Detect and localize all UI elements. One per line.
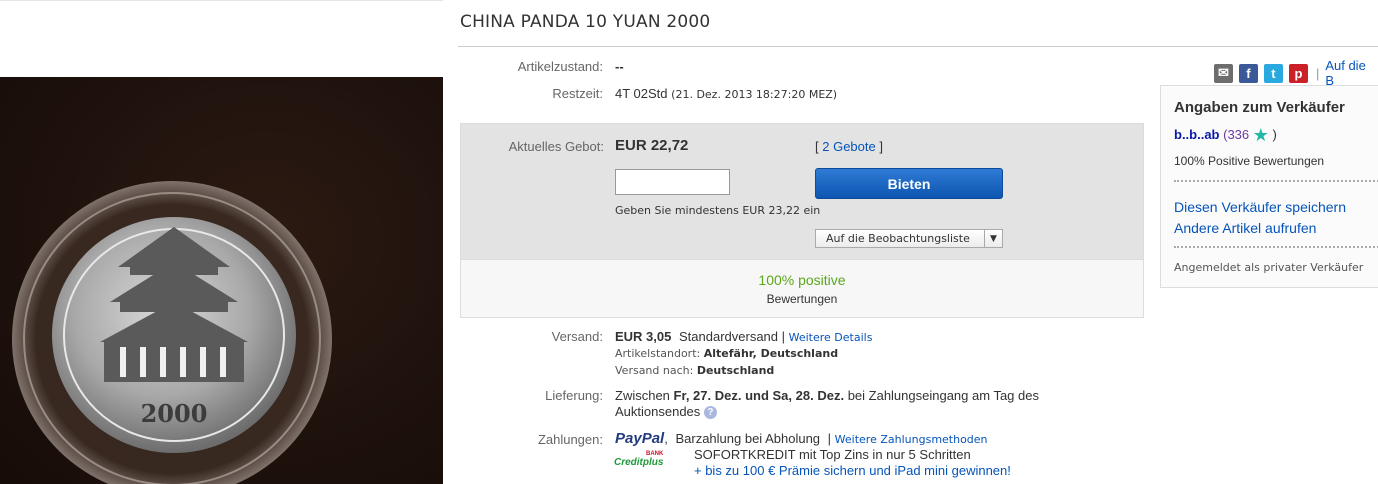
add-to-watchlist-button[interactable]: Auf die Beobachtungsliste ▼: [815, 229, 1003, 248]
more-payment-methods-link[interactable]: Weitere Zahlungsmethoden: [835, 433, 988, 446]
feedback-strip: 100% positive Bewertungen: [461, 259, 1143, 317]
seller-positive: 100% Positive Bewertungen: [1174, 154, 1325, 168]
facebook-icon[interactable]: f: [1238, 63, 1258, 83]
current-bid-label: Aktuelles Gebot:: [508, 139, 604, 154]
condition-label: Artikelzustand:: [517, 59, 603, 74]
credit-offer-text: SOFORTKREDIT mit Top Zins in nur 5 Schri…: [694, 447, 971, 462]
title-divider: [458, 46, 1378, 47]
delivery-line-2: Auktionsendes ?: [615, 404, 717, 420]
other-items-link[interactable]: Andere Artikel aufrufen: [1174, 220, 1316, 236]
place-bid-button[interactable]: Bieten: [815, 168, 1003, 199]
shipping-line: EUR 3,05 Standardversand | Weitere Detai…: [615, 329, 872, 344]
ships-to-label: Versand nach:: [615, 364, 694, 377]
item-location-label: Artikelstandort:: [615, 347, 701, 360]
cash-on-pickup: Barzahlung bei Abholung: [675, 431, 821, 446]
seller-panel: Angaben zum Verkäufer b..b..ab (336 ★ ) …: [1160, 85, 1378, 288]
item-title: CHINA PANDA 10 YUAN 2000: [460, 12, 711, 32]
feedback-label: Bewertungen: [766, 292, 838, 306]
shipping-label: Versand:: [551, 329, 603, 344]
ships-to: Versand nach: Deutschland: [615, 364, 774, 377]
creditplus-name: Creditplus: [614, 457, 664, 468]
paypal-comma: ,: [664, 431, 668, 446]
paypal-logo: PayPal: [615, 430, 665, 447]
private-seller-note: Angemeldet als privater Verkäufer: [1174, 261, 1364, 274]
save-seller-link[interactable]: Diesen Verkäufer speichern: [1174, 199, 1346, 215]
delivery-range: Fr, 27. Dez. und Sa, 28. Dez.: [673, 388, 845, 403]
add-to-list-link[interactable]: Auf die B: [1325, 58, 1378, 88]
shipping-method: Standardversand |: [679, 329, 785, 344]
item-location: Artikelstandort: Altefähr, Deutschland: [615, 347, 838, 360]
bid-count-close: ]: [879, 139, 883, 154]
help-icon[interactable]: ?: [703, 406, 717, 420]
twitter-icon[interactable]: t: [1263, 63, 1283, 83]
condition-value: --: [615, 59, 624, 74]
star-icon: ★: [1252, 125, 1269, 145]
share-bar: ✉ f t p | Auf die B: [1214, 58, 1378, 88]
time-left-value: 4T 02Std: [615, 86, 668, 101]
item-photo[interactable]: 2000: [0, 77, 443, 484]
coin-year: 2000: [141, 399, 208, 428]
pinterest-icon[interactable]: p: [1288, 63, 1308, 83]
bid-panel: Aktuelles Gebot: EUR 22,72 [ 2 Gebote ] …: [460, 123, 1144, 318]
delivery-label: Lieferung:: [545, 388, 603, 403]
feedback-percent: 100% positive: [758, 272, 846, 288]
share-separator: |: [1315, 65, 1320, 81]
credit-promo-link[interactable]: + bis zu 100 € Prämie sichern und iPad m…: [694, 463, 1011, 478]
seller-name-link[interactable]: b..b..ab: [1174, 127, 1220, 142]
delivery-end-text: Auktionsendes: [615, 404, 701, 419]
payments-line-1: PayPal, Barzahlung bei Abholung | Weiter…: [615, 430, 988, 447]
watchlist-label: Auf die Beobachtungsliste: [826, 232, 970, 245]
shipping-price: EUR 3,05: [615, 329, 672, 344]
image-header-blank: [0, 0, 443, 77]
seller-divider-2: [1174, 246, 1378, 248]
seller-identity: b..b..ab (336 ★ ): [1174, 125, 1277, 146]
payments-label: Zahlungen:: [537, 432, 603, 447]
seller-divider-1: [1174, 180, 1378, 182]
minimum-bid-hint: Geben Sie mindestens EUR 23,22 ein: [615, 204, 821, 217]
seller-score[interactable]: (336: [1223, 127, 1249, 142]
item-location-value: Altefähr, Deutschland: [703, 347, 839, 360]
payments-separator: |: [827, 431, 832, 446]
chevron-down-icon[interactable]: ▼: [984, 230, 1002, 247]
bid-count-open: [: [815, 139, 819, 154]
bid-amount-input[interactable]: [615, 169, 730, 195]
time-left-label: Restzeit:: [552, 86, 603, 101]
end-date: (21. Dez. 2013 18:27:20 MEZ): [671, 88, 838, 101]
coin-image: 2000: [12, 181, 332, 484]
delivery-post: bei Zahlungseingang am Tag des: [847, 388, 1039, 403]
seller-heading: Angaben zum Verkäufer: [1174, 99, 1345, 116]
delivery-pre: Zwischen: [615, 388, 670, 403]
bid-count: [ 2 Gebote ]: [815, 139, 883, 154]
current-bid-price: EUR 22,72: [615, 137, 689, 154]
delivery-line-1: Zwischen Fr, 27. Dez. und Sa, 28. Dez. b…: [615, 388, 1039, 403]
creditplus-logo: BANK Creditplus: [614, 451, 678, 472]
time-left: 4T 02Std (21. Dez. 2013 18:27:20 MEZ): [615, 86, 837, 101]
bid-history-link[interactable]: 2 Gebote: [822, 139, 876, 154]
ships-to-value: Deutschland: [696, 364, 775, 377]
shipping-details-link[interactable]: Weitere Details: [789, 331, 873, 344]
seller-score-close: ): [1272, 127, 1277, 142]
email-icon[interactable]: ✉: [1214, 63, 1233, 83]
